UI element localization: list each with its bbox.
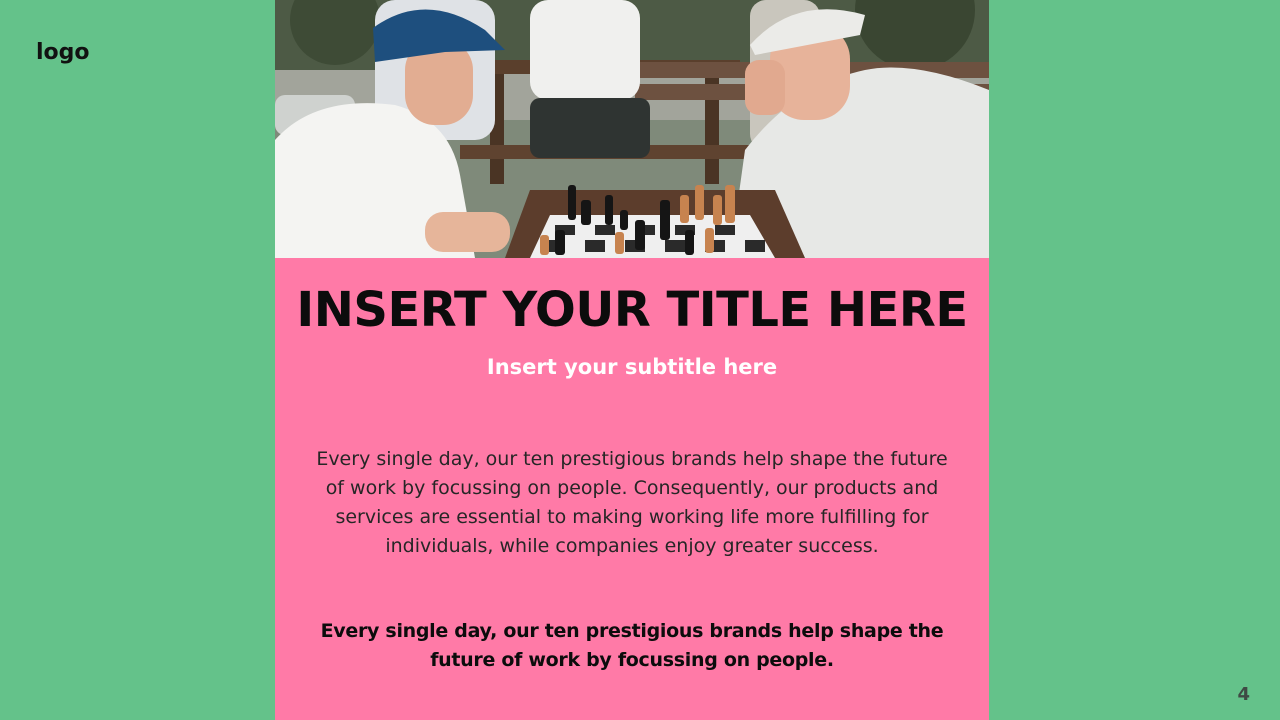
chess-players-photo — [275, 0, 989, 258]
slide-title: INSERT YOUR TITLE HERE — [296, 282, 968, 338]
logo: logo — [36, 40, 90, 65]
body-paragraph: Every single day, our ten prestigious br… — [316, 448, 948, 557]
page-number: 4 — [1237, 684, 1250, 705]
content-panel: INSERT YOUR TITLE HERE Insert your subti… — [275, 0, 989, 720]
emphasis-paragraph: Every single day, our ten prestigious br… — [320, 620, 944, 671]
slide-subtitle: Insert your subtitle here — [486, 355, 778, 379]
